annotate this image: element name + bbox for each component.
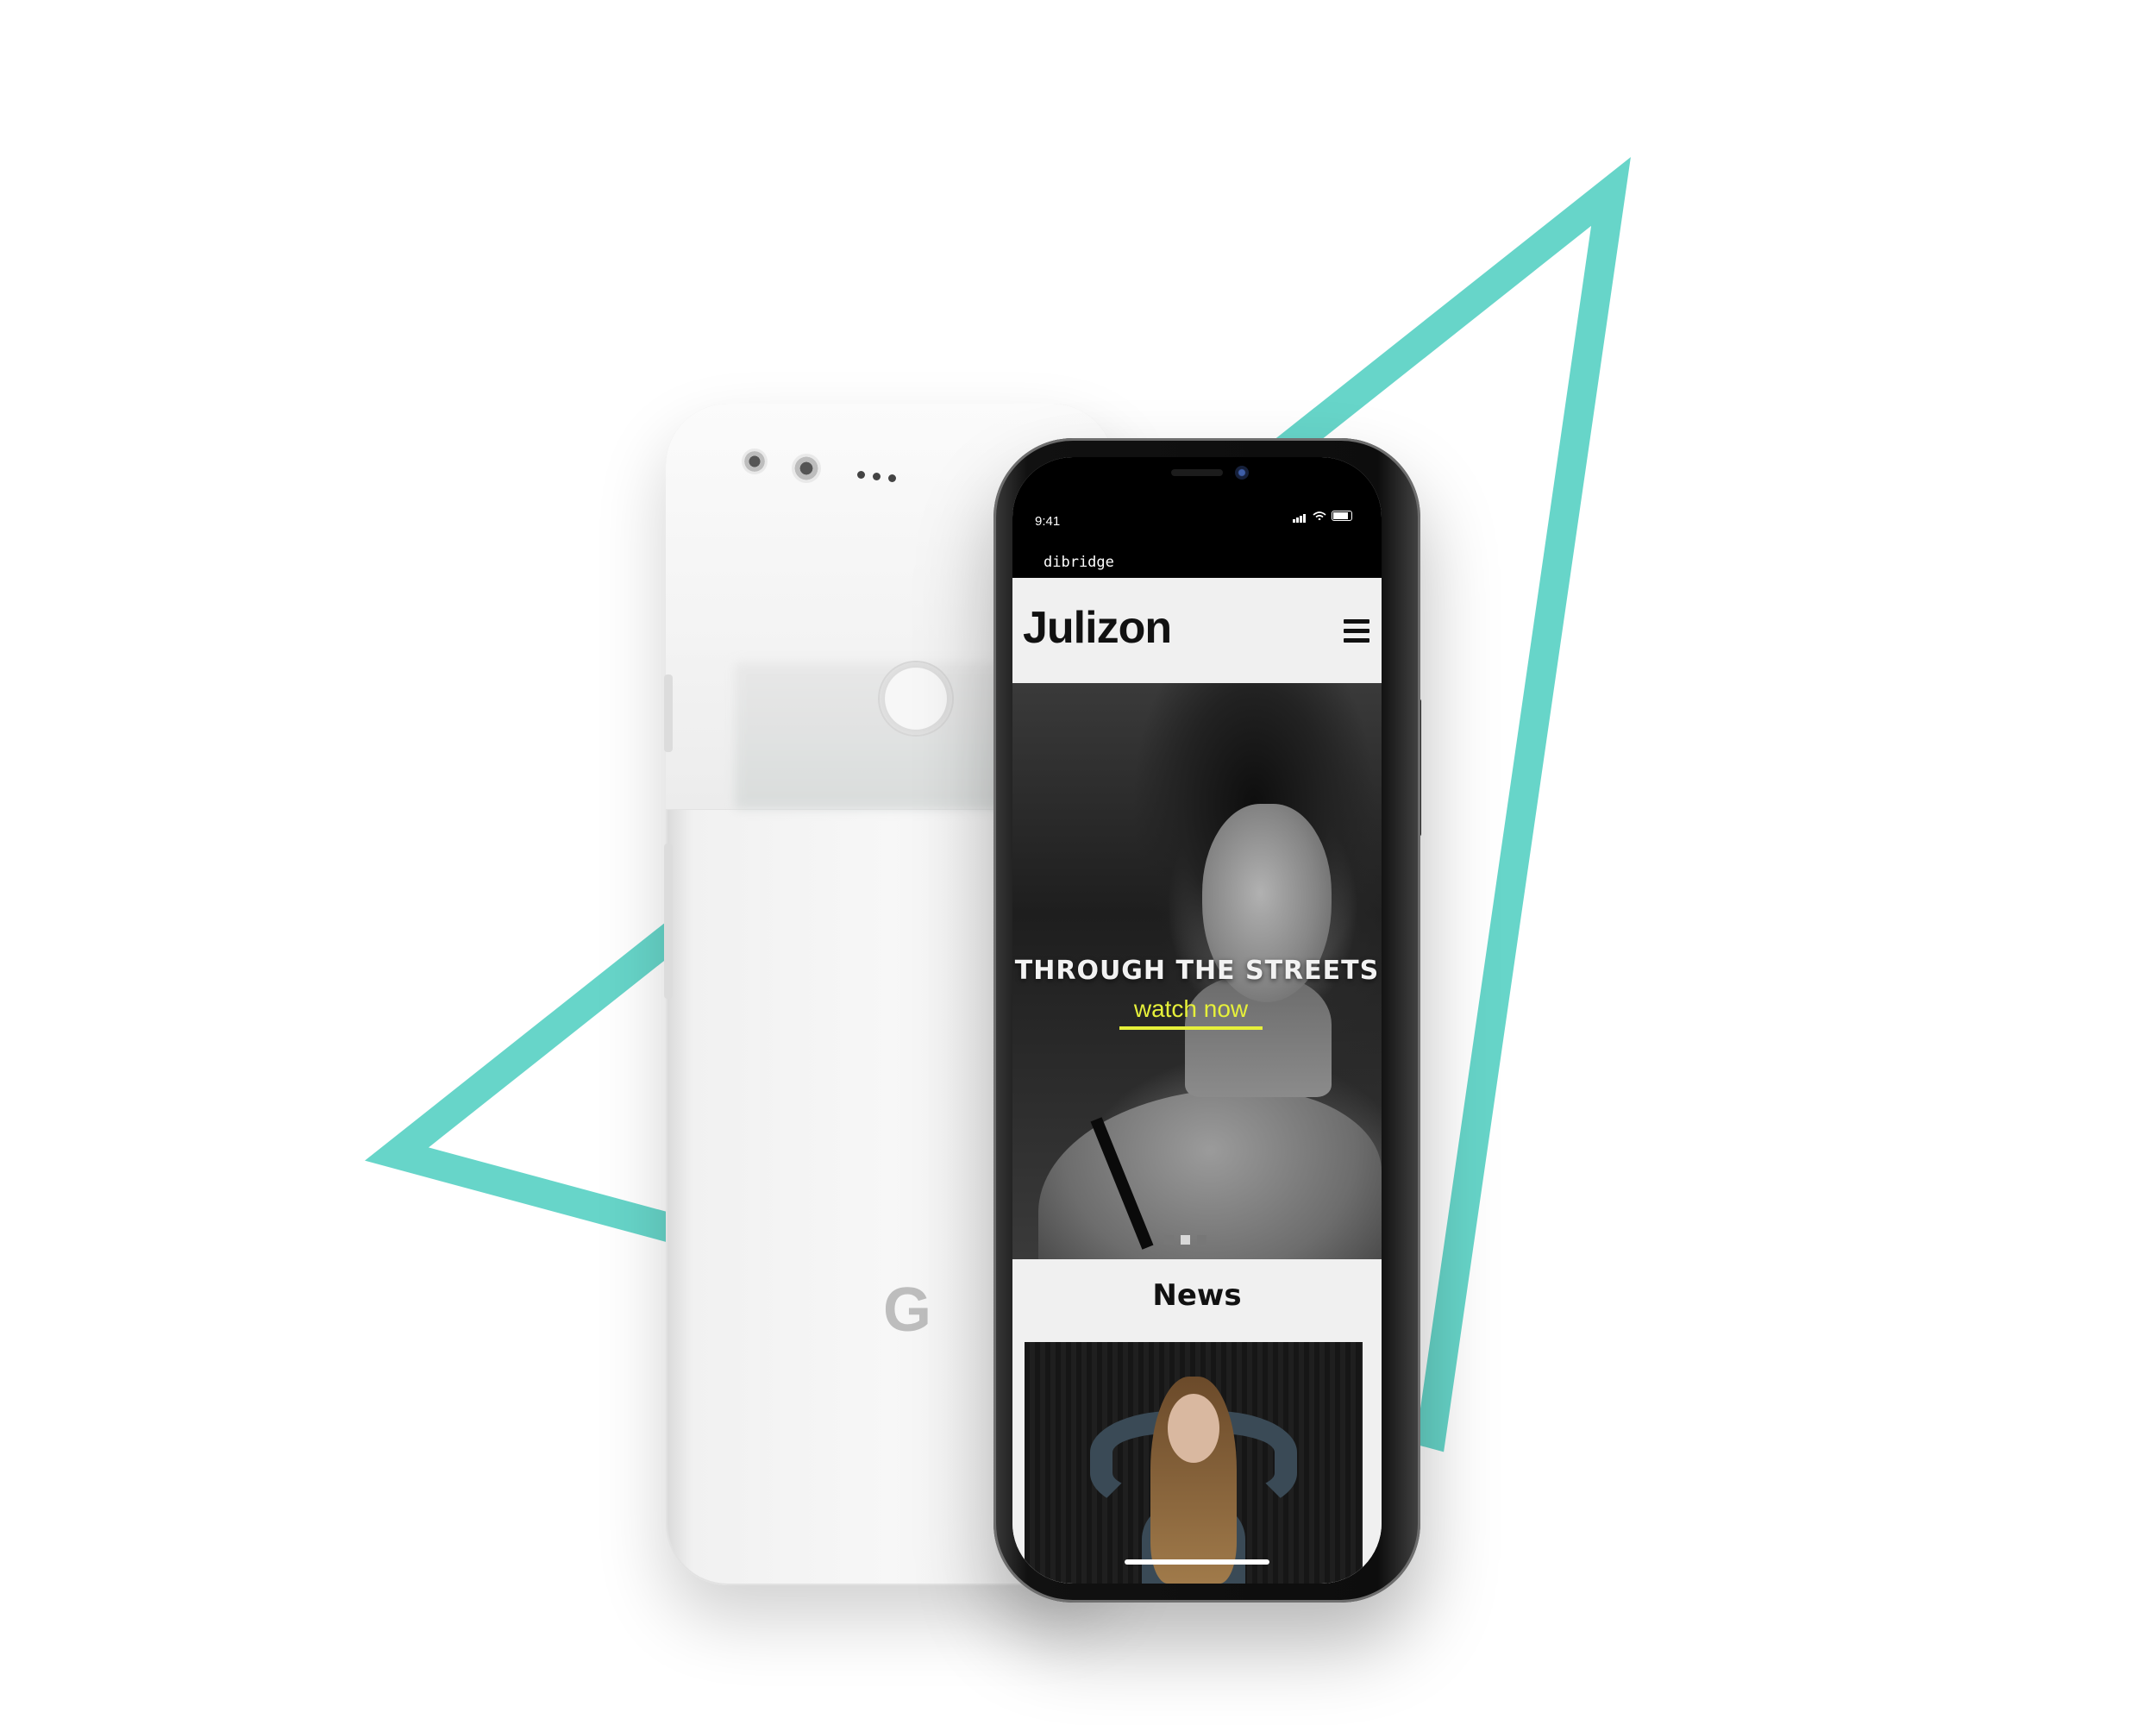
home-indicator[interactable] — [1125, 1559, 1269, 1565]
camera-lens-icon — [792, 454, 821, 483]
browser-url-bar[interactable]: dibridge — [1012, 547, 1382, 578]
hero-banner: THROUGH THE STREETS watch now — [1012, 683, 1382, 1259]
back-phone-volume-button — [664, 844, 673, 999]
notch — [1099, 457, 1295, 505]
front-phone: 9:41 dibridge Julizon THROUGH THE STREET… — [993, 438, 1420, 1603]
google-logo: G — [882, 1276, 931, 1345]
carousel-dot-active[interactable] — [1181, 1235, 1190, 1245]
hamburger-menu-icon[interactable] — [1344, 619, 1369, 647]
site-logo[interactable]: Julizon — [1023, 602, 1172, 654]
news-photo-person — [1090, 1377, 1297, 1584]
front-camera-icon — [1235, 466, 1249, 480]
news-heading: News — [1152, 1278, 1242, 1313]
watch-now-link[interactable]: watch now — [1119, 995, 1263, 1030]
signal-icon — [1293, 509, 1307, 523]
news-section: News — [1012, 1259, 1382, 1584]
news-photo-face — [1168, 1394, 1219, 1463]
mic-dot-icon — [873, 473, 881, 480]
status-time: 9:41 — [1035, 514, 1061, 529]
site-header: Julizon — [1012, 578, 1382, 683]
fingerprint-sensor-icon — [880, 662, 952, 735]
wifi-icon — [1312, 511, 1326, 520]
status-icons — [1293, 509, 1352, 523]
phone-screen: 9:41 dibridge Julizon THROUGH THE STREET… — [1012, 457, 1382, 1584]
battery-icon — [1332, 511, 1352, 521]
camera-sensor-icon — [742, 448, 768, 474]
status-bar: 9:41 — [1012, 457, 1382, 547]
sensor-dot-icon — [888, 474, 896, 482]
flash-dot-icon — [857, 471, 865, 479]
carousel-dot[interactable] — [1164, 1235, 1174, 1245]
news-card-image[interactable] — [1025, 1342, 1363, 1584]
hero-title: THROUGH THE STREETS — [1014, 956, 1380, 986]
carousel-dot[interactable] — [1197, 1235, 1206, 1245]
speaker-grille — [1171, 469, 1223, 476]
back-phone-power-button — [664, 674, 673, 752]
carousel-dots — [1164, 1232, 1213, 1248]
showcase-stage: G 9:41 dibridge Julizon THROUGH THE STRE… — [0, 0, 2156, 1725]
